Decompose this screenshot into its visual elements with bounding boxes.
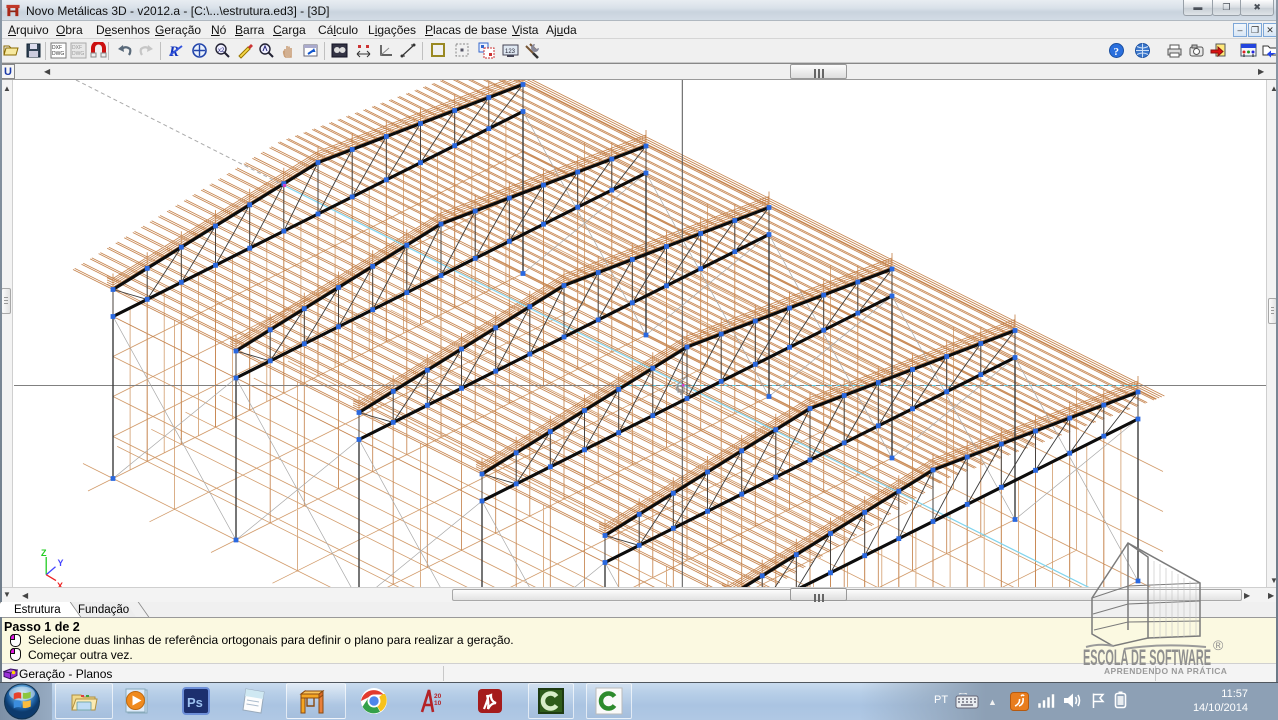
- svg-text:®: ®: [1213, 637, 1224, 653]
- svg-text:?: ?: [1114, 46, 1120, 58]
- svg-text:123: 123: [505, 49, 516, 55]
- svg-text:DWG: DWG: [52, 51, 64, 57]
- svg-text:Y: Y: [58, 558, 64, 568]
- svg-text:x2: x2: [218, 48, 225, 54]
- svg-text:Ps: Ps: [187, 695, 203, 710]
- svg-text:Z: Z: [41, 548, 47, 558]
- svg-text:20: 20: [434, 693, 442, 700]
- svg-text:DWG: DWG: [72, 51, 84, 57]
- svg-text:10: 10: [434, 700, 442, 707]
